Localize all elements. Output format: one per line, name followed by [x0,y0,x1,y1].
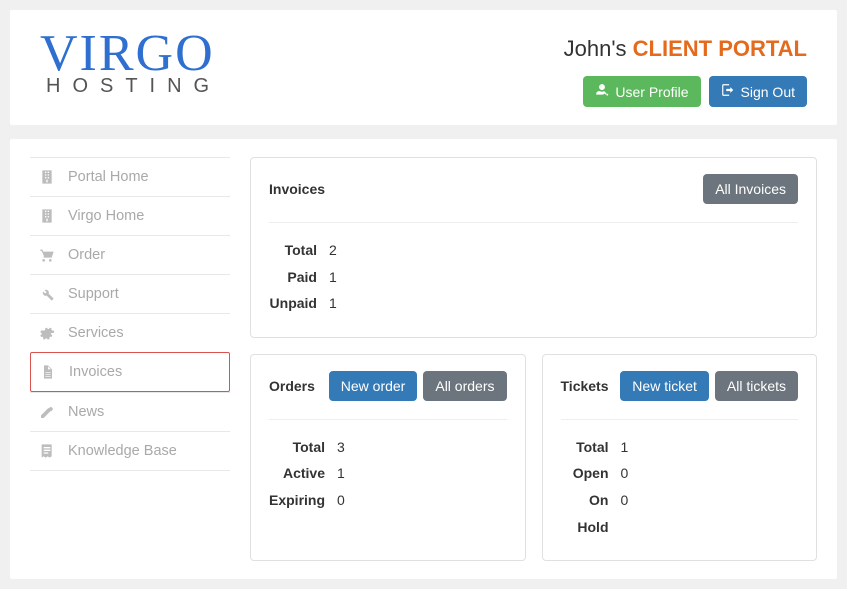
stat-label: Unpaid [269,290,329,317]
user-profile-label: User Profile [615,84,688,100]
building-icon [38,207,56,225]
header-right: John's CLIENT PORTAL User Profile Sign O… [564,28,807,107]
sidebar-item-invoices[interactable]: Invoices [30,352,230,392]
stat-label: Total [269,434,337,461]
new-ticket-button[interactable]: New ticket [620,371,709,401]
all-invoices-button[interactable]: All Invoices [703,174,798,204]
stat-value: 0 [337,487,357,514]
tickets-title: Tickets [561,378,609,394]
user-icon [595,83,609,100]
sidebar-item-label: Support [68,286,119,302]
stat-label: On Hold [561,487,621,540]
stat-label: Expiring [269,487,337,514]
sidebar-item-services[interactable]: Services [30,313,230,352]
sign-out-button[interactable]: Sign Out [709,76,807,107]
sidebar-item-label: Invoices [69,364,122,380]
sign-out-label: Sign Out [741,84,795,100]
stat-value: 0 [621,460,641,487]
logo-sub: HOSTING [40,76,221,96]
all-tickets-button[interactable]: All tickets [715,371,798,401]
wrench-icon [38,285,56,303]
stat-value: 3 [337,434,357,461]
sign-out-icon [721,83,735,100]
invoices-title: Invoices [269,181,325,197]
orders-title: Orders [269,378,315,394]
main: Invoices All Invoices Total2 Paid1 Unpai… [250,157,817,561]
stat-value: 1 [621,434,641,461]
sidebar-item-news[interactable]: News [30,392,230,431]
stat-value: 0 [621,487,641,540]
sidebar-item-label: Services [68,325,124,341]
book-icon [38,442,56,460]
stat-value: 1 [329,264,349,291]
sidebar-item-label: Knowledge Base [68,443,177,459]
file-icon [39,363,57,381]
cart-icon [38,246,56,264]
building-icon [38,168,56,186]
all-orders-button[interactable]: All orders [423,371,506,401]
stat-label: Open [561,460,621,487]
divider [269,419,507,420]
sidebar-item-virgo-home[interactable]: Virgo Home [30,196,230,235]
stat-label: Active [269,460,337,487]
sidebar-item-portal-home[interactable]: Portal Home [30,157,230,196]
logo-main: VIRGO [40,28,221,80]
portal-owner: John's [564,36,627,61]
invoices-panel: Invoices All Invoices Total2 Paid1 Unpai… [250,157,817,338]
new-order-button[interactable]: New order [329,371,418,401]
sidebar-item-order[interactable]: Order [30,235,230,274]
portal-title: John's CLIENT PORTAL [564,36,807,62]
orders-stats: Total3 Active1 Expiring0 [269,434,357,514]
tickets-panel: Tickets New ticket All tickets Total1 Op… [542,354,818,561]
sidebar-item-knowledge-base[interactable]: Knowledge Base [30,431,230,471]
sidebar-item-label: Portal Home [68,169,149,185]
divider [561,419,799,420]
sidebar-item-support[interactable]: Support [30,274,230,313]
stat-value: 2 [329,237,349,264]
stat-label: Total [269,237,329,264]
sidebar-item-label: News [68,404,104,420]
stat-label: Total [561,434,621,461]
stat-value: 1 [337,460,357,487]
portal-brand: CLIENT PORTAL [633,36,807,61]
stat-value: 1 [329,290,349,317]
divider [269,222,798,223]
cogs-icon [38,324,56,342]
stat-label: Paid [269,264,329,291]
sidebar-item-label: Order [68,247,105,263]
header: VIRGO HOSTING John's CLIENT PORTAL User … [10,10,837,125]
sidebar: Portal Home Virgo Home Order Support Ser… [30,157,230,561]
invoices-stats: Total2 Paid1 Unpaid1 [269,237,349,317]
edit-icon [38,403,56,421]
user-profile-button[interactable]: User Profile [583,76,700,107]
logo: VIRGO HOSTING [40,28,221,96]
tickets-stats: Total1 Open0 On Hold0 [561,434,641,540]
orders-panel: Orders New order All orders Total3 Activ… [250,354,526,561]
sidebar-item-label: Virgo Home [68,208,144,224]
